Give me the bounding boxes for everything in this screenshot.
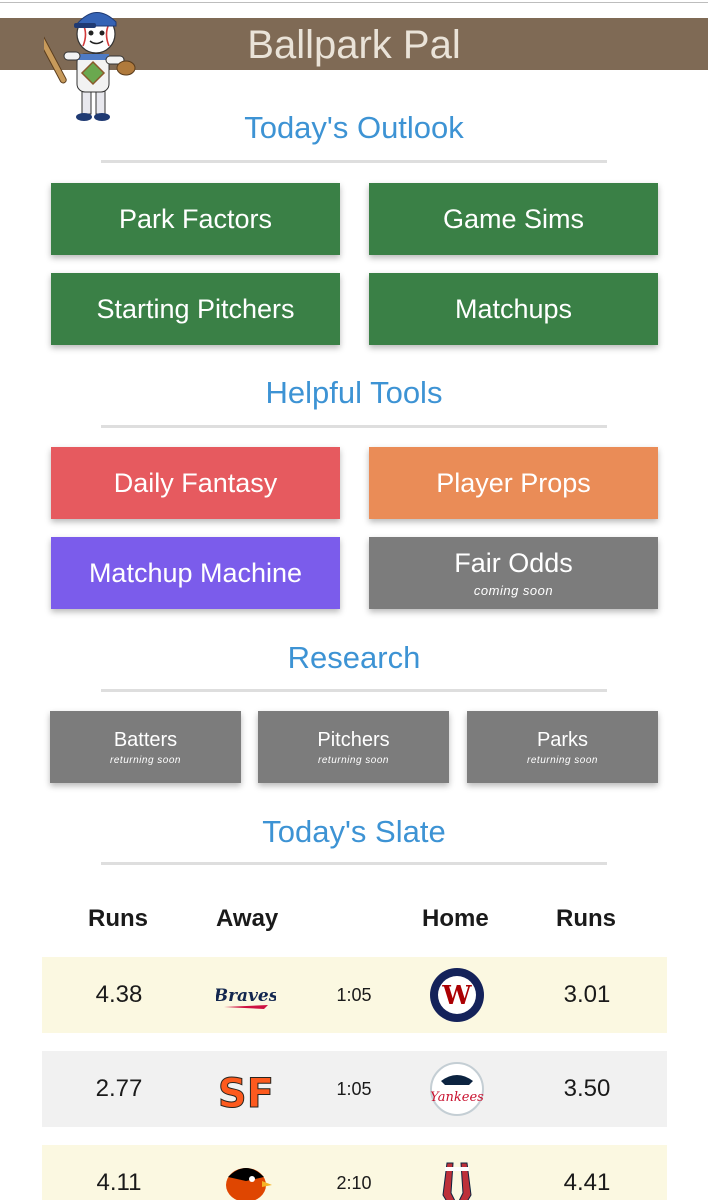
home-runs: 4.41 bbox=[563, 1169, 611, 1196]
daily-fantasy-button[interactable]: Daily Fantasy bbox=[51, 447, 340, 519]
game-sims-label: Game Sims bbox=[442, 203, 585, 234]
home-runs: 3.01 bbox=[563, 981, 611, 1008]
batters-button[interactable]: Batters returning soon bbox=[50, 711, 241, 783]
matchup-machine-button[interactable]: Matchup Machine bbox=[51, 537, 340, 609]
park-factors-label: Park Factors bbox=[118, 203, 273, 234]
game-sims-button[interactable]: Game Sims bbox=[369, 183, 658, 255]
svg-text:SF: SF bbox=[218, 1071, 274, 1117]
starting-pitchers-button[interactable]: Starting Pitchers bbox=[51, 273, 340, 345]
braves-logo-icon: Braves bbox=[216, 986, 276, 1009]
player-props-label: Player Props bbox=[436, 467, 591, 498]
starting-pitchers-label: Starting Pitchers bbox=[96, 293, 295, 324]
fair-odds-label: Fair Odds bbox=[454, 548, 573, 578]
column-header-away-runs: Runs bbox=[88, 905, 148, 932]
orioles-logo-icon bbox=[226, 1168, 272, 1200]
section-title-outlook: Today's Outlook bbox=[244, 110, 464, 145]
player-props-button[interactable]: Player Props bbox=[369, 447, 658, 519]
section-divider bbox=[101, 862, 607, 865]
parks-button[interactable]: Parks returning soon bbox=[467, 711, 658, 783]
red-sox-logo-icon bbox=[442, 1162, 472, 1200]
game-time: 1:05 bbox=[336, 1079, 372, 1099]
pitchers-label: Pitchers bbox=[317, 728, 390, 751]
away-runs: 4.11 bbox=[96, 1169, 142, 1196]
matchups-button[interactable]: Matchups bbox=[369, 273, 658, 345]
section-title-research: Research bbox=[287, 640, 421, 675]
batters-label: Batters bbox=[113, 728, 178, 751]
column-header-away: Away bbox=[216, 905, 279, 932]
column-header-home: Home bbox=[422, 905, 489, 932]
away-runs: 4.38 bbox=[95, 981, 143, 1008]
nationals-logo-icon: W bbox=[430, 968, 484, 1022]
svg-text:Braves: Braves bbox=[216, 986, 276, 1006]
daily-fantasy-label: Daily Fantasy bbox=[113, 467, 278, 498]
svg-text:Yankees: Yankees bbox=[430, 1090, 484, 1105]
away-runs: 2.77 bbox=[95, 1075, 143, 1102]
section-divider bbox=[101, 689, 607, 692]
park-factors-button[interactable]: Park Factors bbox=[51, 183, 340, 255]
svg-text:W: W bbox=[441, 981, 472, 1011]
column-header-home-runs: Runs bbox=[556, 905, 616, 932]
section-title-tools: Helpful Tools bbox=[265, 375, 443, 410]
matchups-label: Matchups bbox=[454, 293, 573, 324]
pitchers-status: returning soon bbox=[318, 754, 389, 766]
matchup-machine-label: Matchup Machine bbox=[88, 557, 303, 588]
table-row[interactable]: 4.38 Braves 1:05 W 3.01 bbox=[42, 957, 667, 1033]
fair-odds-status: coming soon bbox=[473, 583, 554, 598]
mascot-logo[interactable] bbox=[44, 2, 140, 124]
home-runs: 3.50 bbox=[563, 1075, 611, 1102]
yankees-logo-icon: Yankees bbox=[430, 1062, 484, 1116]
section-divider bbox=[101, 425, 607, 428]
parks-label: Parks bbox=[536, 728, 589, 751]
section-divider bbox=[101, 160, 607, 163]
table-row[interactable]: 2.77 SF 1:05 Yankees 3.50 bbox=[42, 1051, 667, 1127]
parks-status: returning soon bbox=[527, 754, 598, 766]
batters-status: returning soon bbox=[110, 754, 181, 766]
giants-logo-icon: SF bbox=[217, 1071, 274, 1118]
fair-odds-button[interactable]: Fair Odds coming soon bbox=[369, 537, 658, 609]
game-time: 1:05 bbox=[336, 985, 372, 1005]
game-time: 2:10 bbox=[336, 1173, 372, 1193]
pitchers-button[interactable]: Pitchers returning soon bbox=[258, 711, 449, 783]
table-row[interactable]: 4.11 2:10 4.41 bbox=[42, 1145, 667, 1200]
section-title-slate: Today's Slate bbox=[262, 814, 446, 849]
